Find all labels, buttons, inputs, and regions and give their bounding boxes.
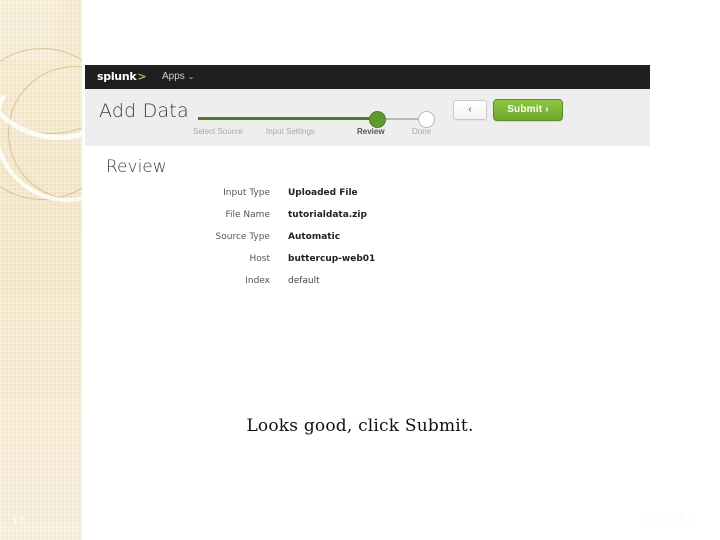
- field-label-input-type: Input Type: [223, 188, 270, 198]
- slide-canvas: 17 splunk> splunk> Apps ⌄ Add Data Select…: [0, 0, 720, 540]
- add-data-header: Add Data Select Source Input Settings Re…: [85, 89, 650, 146]
- splunk-logo-text: splunk: [97, 70, 137, 83]
- review-section-title: Review: [106, 157, 167, 177]
- decorative-sidebar: [0, 0, 82, 540]
- stepper-label-done[interactable]: Done: [412, 127, 431, 136]
- field-value-source-type: Automatic: [288, 232, 341, 242]
- field-value-input-type: Uploaded File: [288, 188, 358, 198]
- chevron-down-icon: ⌄: [187, 72, 195, 81]
- field-label-file-name: File Name: [225, 210, 270, 220]
- stepper-dot-review[interactable]: [369, 111, 386, 128]
- stepper-label-review[interactable]: Review: [357, 127, 385, 136]
- field-value-file-name: tutorialdata.zip: [288, 210, 367, 220]
- stepper-label-select-source[interactable]: Select Source: [193, 127, 243, 136]
- review-row-host: Host buttercup-web01: [160, 254, 460, 264]
- progress-stepper: Select Source Input Settings Review Done: [193, 97, 435, 145]
- review-row-file-name: File Name tutorialdata.zip: [160, 210, 460, 220]
- splunk-top-bar: splunk> Apps ⌄: [85, 65, 650, 89]
- field-value-host: buttercup-web01: [288, 254, 376, 264]
- splunk-logo-caret-icon: >: [137, 70, 147, 83]
- page-title: Add Data: [99, 100, 189, 122]
- stepper-label-input-settings[interactable]: Input Settings: [266, 127, 315, 136]
- review-row-source-type: Source Type Automatic: [160, 232, 460, 242]
- splunk-screenshot: splunk> Apps ⌄ Add Data Select Source Inp…: [85, 65, 650, 146]
- stepper-track-completed: [198, 117, 376, 120]
- slide-caption: Looks good, click Submit.: [246, 416, 474, 436]
- field-value-index: default: [288, 276, 320, 286]
- field-label-source-type: Source Type: [215, 232, 270, 242]
- field-label-index: Index: [245, 276, 270, 286]
- splunk-logo[interactable]: splunk>: [97, 70, 147, 83]
- review-field-list: Input Type Uploaded File File Name tutor…: [160, 188, 460, 298]
- slide-watermark: splunk>: [641, 512, 698, 526]
- back-button[interactable]: ‹: [453, 100, 487, 120]
- apps-menu[interactable]: Apps ⌄: [162, 71, 195, 82]
- submit-button[interactable]: Submit ›: [493, 99, 563, 121]
- stepper-dot-done[interactable]: [418, 111, 435, 128]
- review-row-input-type: Input Type Uploaded File: [160, 188, 460, 198]
- page-number: 17: [12, 516, 26, 528]
- review-row-index: Index default: [160, 276, 460, 286]
- field-label-host: Host: [249, 254, 271, 264]
- apps-menu-label: Apps: [162, 71, 185, 82]
